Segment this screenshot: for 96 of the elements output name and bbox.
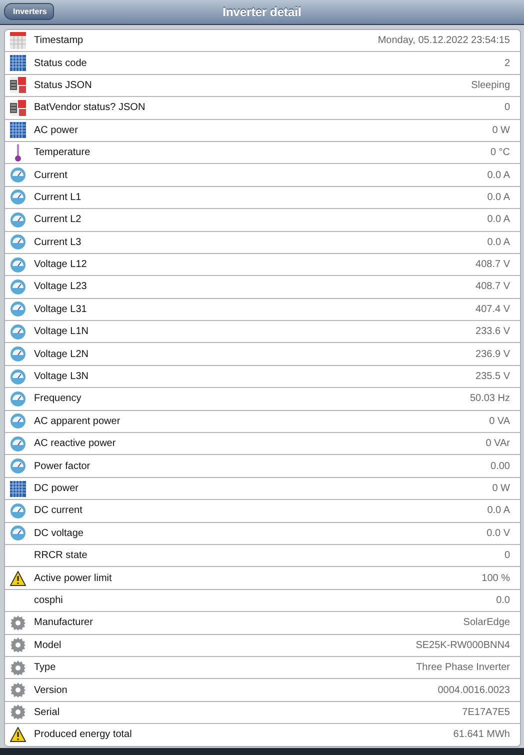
row-value: 0.0 <box>496 594 510 606</box>
gauge-icon <box>10 212 26 228</box>
grid-icon <box>10 480 26 496</box>
row-label: Version <box>34 684 68 696</box>
row-value: 50.03 Hz <box>470 393 510 404</box>
row-value: 0 W <box>492 483 510 494</box>
gauge-icon <box>10 390 26 407</box>
row-value: 0.0 V <box>486 528 510 539</box>
row-value: Monday, 05.12.2022 23:54:15 <box>378 35 510 46</box>
row-label: Current L1 <box>34 192 82 203</box>
row-label: Current L3 <box>34 236 82 248</box>
gear-icon <box>10 704 26 720</box>
row-label: cosphi <box>34 594 64 606</box>
row-label: Voltage L3N <box>34 371 90 382</box>
row-value: SE25K-RW000BNN4 <box>416 640 510 651</box>
gauge-icon <box>10 458 26 474</box>
row-value: 236.9 V <box>476 348 510 360</box>
row-value: Three Phase Inverter <box>416 662 510 674</box>
row-value: 0004.0016.0023 <box>438 684 510 696</box>
gauge-icon <box>10 324 26 340</box>
gear-icon <box>10 660 26 676</box>
row-value: 235.5 V <box>476 371 510 382</box>
row-label: Voltage L23 <box>34 281 88 292</box>
gauge-icon <box>10 436 26 452</box>
warning-icon <box>10 727 26 742</box>
row-value: 0 W <box>492 124 510 136</box>
row-value: 0.00 <box>490 460 510 472</box>
calendar-icon <box>10 32 26 50</box>
gauge-icon <box>10 278 26 295</box>
back-button[interactable]: Inverters <box>4 3 54 20</box>
row-label: Voltage L1N <box>34 326 90 338</box>
row-value: 233.6 V <box>476 326 510 338</box>
gauge-icon <box>10 525 26 542</box>
row-value: 0.0 A <box>487 192 510 203</box>
row-value: 407.4 V <box>476 304 510 315</box>
gauge-icon <box>10 167 26 184</box>
row-label: DC current <box>34 505 84 516</box>
row-label: Status code <box>34 58 88 69</box>
row-value: 100 % <box>482 572 510 584</box>
row-label: Produced energy total <box>34 729 133 740</box>
gauge-icon <box>10 502 26 519</box>
row-value: SolarEdge <box>463 617 510 628</box>
row-value: 408.7 V <box>476 281 510 292</box>
row-value: 0.0 A <box>487 505 510 516</box>
row-value: 0.0 A <box>487 214 510 226</box>
row-label: Type <box>34 662 57 674</box>
row-label: DC power <box>34 483 80 494</box>
row-label: Current L2 <box>34 214 82 226</box>
row-value: 0.0 A <box>487 236 510 248</box>
gear-icon <box>10 637 26 654</box>
row-label: Frequency <box>34 393 82 404</box>
row-label: Current <box>34 170 68 181</box>
thermometer-icon <box>14 144 22 162</box>
row-label: Model <box>34 640 62 651</box>
row-label: Voltage L31 <box>34 304 88 315</box>
page-title: Inverter detail <box>222 5 302 19</box>
row-value: 2 <box>504 58 510 69</box>
gauge-icon <box>10 346 26 362</box>
row-label: Temperature <box>34 147 92 158</box>
row-value: 0 °C <box>490 147 510 158</box>
row-label: Manufacturer <box>34 617 94 628</box>
row-label: Status JSON <box>34 80 93 91</box>
gauge-icon <box>10 234 26 250</box>
row-value: 0 <box>504 102 510 114</box>
row-label: Active power limit <box>34 572 113 584</box>
gauge-icon <box>10 413 26 430</box>
row-value: 0 VAr <box>486 438 510 450</box>
row-value: 61.641 MWh <box>453 729 510 740</box>
row-label: Voltage L2N <box>34 348 90 360</box>
row-label: AC reactive power <box>34 438 117 450</box>
row-label: Voltage L12 <box>34 259 88 270</box>
gear-icon <box>10 614 26 631</box>
row-label: AC apparent power <box>34 416 122 427</box>
row-label: BatVendor status? JSON <box>34 102 146 114</box>
gauge-icon <box>10 301 26 318</box>
row-label: Power factor <box>34 460 92 472</box>
gear-icon <box>10 682 26 698</box>
row-label: Timestamp <box>34 35 84 46</box>
gauge-icon <box>10 256 26 273</box>
status-icon <box>10 77 26 94</box>
gauge-icon <box>10 368 26 385</box>
row-value: Sleeping <box>471 80 510 91</box>
row-label: AC power <box>34 124 79 136</box>
grid-icon <box>10 55 26 72</box>
row-value: 7E17A7E5 <box>462 706 510 718</box>
row-value: 0 VA <box>489 416 510 427</box>
row-label: DC voltage <box>34 528 84 539</box>
row-label: Serial <box>34 706 61 718</box>
row-value: 408.7 V <box>476 259 510 270</box>
row-value: 0 <box>504 550 510 562</box>
row-label: RRCR state <box>34 550 88 562</box>
grid-icon <box>10 122 26 138</box>
gauge-icon <box>10 189 26 206</box>
warning-icon <box>10 570 26 586</box>
status-icon <box>10 100 26 116</box>
row-value: 0.0 A <box>487 170 510 181</box>
